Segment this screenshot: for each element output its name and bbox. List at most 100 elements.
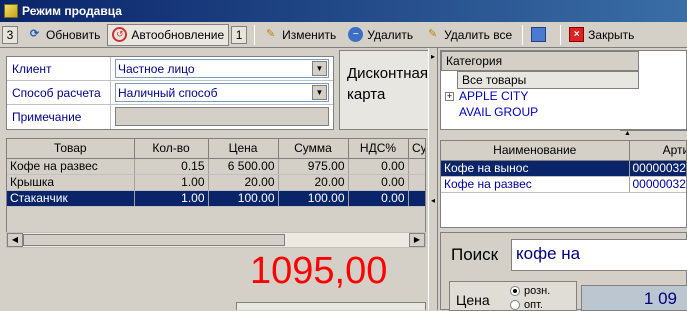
close-label: Закрыть	[588, 27, 635, 42]
chevron-down-icon[interactable]: ▼	[312, 85, 327, 100]
delete-button[interactable]: − Удалить	[343, 24, 418, 46]
cell-vat-sum	[408, 158, 425, 175]
discount-card-button[interactable]: Дисконтная карта	[339, 50, 433, 130]
cart-grid[interactable]: Товар Кол-во Цена Сумма НДС% Сумм Кофе н…	[6, 138, 426, 234]
order-form: Клиент Частное лицо ▼ Способ расчета Нал…	[6, 56, 334, 130]
payment-field: Наличный способ ▼	[111, 81, 333, 104]
chevron-down-icon[interactable]: ▼	[312, 61, 327, 76]
separator	[254, 24, 256, 45]
search-input[interactable]: кофе на	[511, 239, 687, 271]
auto-refresh-label: Автообновление	[131, 27, 225, 42]
delete-all-button[interactable]: ✎ Удалить все	[420, 24, 517, 46]
payment-select[interactable]: Наличный способ ▼	[115, 83, 329, 102]
price-type-box: Цена розн. опт.	[449, 281, 577, 311]
radio-icon[interactable]	[510, 286, 520, 296]
cell-article: 00000032	[629, 176, 686, 193]
cell-article: 00000032	[629, 160, 686, 177]
payment-label: Способ расчета	[7, 81, 111, 104]
auto-refresh-count: 1	[231, 25, 248, 44]
close-button[interactable]: × Закрыть	[564, 24, 639, 46]
table-row[interactable]: Кофе на развес 0.15 6 500.00 975.00 0.00	[7, 158, 425, 175]
price-label: Цена	[456, 292, 490, 308]
order-total: 1095,00	[250, 250, 388, 292]
col-article[interactable]: Артикул	[629, 141, 686, 161]
title-bar: Режим продавца	[0, 0, 687, 22]
edit-button[interactable]: ✎ Изменить	[258, 24, 341, 46]
category-tree[interactable]: Категория Все товары + APPLE CITY AVAIL …	[440, 50, 687, 130]
auto-refresh-icon: ↺	[112, 27, 128, 42]
col-qty[interactable]: Кол-во	[134, 139, 209, 159]
col-name[interactable]: Наименование	[441, 141, 630, 161]
book-button[interactable]	[526, 24, 555, 46]
client-label: Клиент	[7, 57, 111, 80]
expand-icon[interactable]: +	[445, 92, 454, 101]
cell-sum: 100.00	[278, 190, 349, 207]
table-row[interactable]: Кофе на развес 00000032	[441, 176, 686, 193]
window-title: Режим продавца	[22, 4, 122, 18]
refresh-label: Обновить	[46, 27, 101, 42]
book-icon	[531, 27, 547, 42]
category-item[interactable]: + APPLE CITY	[441, 89, 686, 105]
category-scroll-indicator[interactable]: ▲	[620, 130, 687, 138]
refresh-button[interactable]: ⟳ Обновить	[22, 24, 105, 46]
col-sum[interactable]: Сумма	[278, 139, 349, 159]
search-panel: Поиск кофе на Цена розн. опт. 1 09	[440, 232, 687, 311]
cell-vat: 0.00	[348, 158, 409, 175]
price-radio-retail[interactable]: розн.	[510, 285, 550, 297]
radio-wholesale-label: опт.	[524, 299, 543, 311]
split-arrow-icon[interactable]: ◂	[429, 196, 437, 205]
search-label: Поиск	[451, 245, 499, 264]
radio-icon[interactable]	[510, 300, 520, 310]
scroll-left-arrow-icon[interactable]: ◀	[7, 233, 23, 247]
col-product[interactable]: Товар	[7, 139, 135, 159]
category-all-items[interactable]: Все товары	[457, 71, 639, 89]
cell-qty: 0.15	[134, 158, 209, 175]
cell-vat: 0.00	[348, 174, 409, 191]
bottom-panel	[236, 302, 426, 310]
scroll-right-arrow-icon[interactable]: ▶	[409, 233, 425, 247]
auto-refresh-toggle[interactable]: ↺ Автообновление	[107, 23, 230, 46]
cell-name: Кофе на развес	[441, 176, 630, 193]
table-row-selected[interactable]: Кофе на вынос 00000032	[441, 160, 686, 177]
note-field	[111, 105, 333, 129]
payment-value: Наличный способ	[118, 85, 218, 100]
cart-header-row: Товар Кол-во Цена Сумма НДС% Сумм	[7, 139, 425, 159]
price-radio-wholesale[interactable]: опт.	[510, 299, 543, 311]
discount-line1: Дисконтная	[347, 65, 429, 82]
cell-product: Кофе на развес	[7, 158, 135, 175]
category-header: Категория	[441, 51, 639, 71]
col-price[interactable]: Цена	[208, 139, 279, 159]
counter-badge: 3	[2, 25, 18, 44]
table-row[interactable]: Крышка 1.00 20.00 20.00 0.00	[7, 174, 425, 191]
client-field: Частное лицо ▼	[111, 57, 333, 80]
cell-product: Стаканчик	[7, 190, 135, 207]
note-row: Примечание	[7, 105, 333, 129]
table-row-selected[interactable]: Стаканчик 1.00 100.00 100.00 0.00	[7, 190, 425, 207]
delete-label: Удалить	[367, 27, 414, 42]
col-vat[interactable]: НДС%	[348, 139, 409, 159]
split-arrow-icon[interactable]: ▸	[429, 52, 437, 61]
products-header-row: Наименование Артикул	[441, 141, 686, 161]
category-item[interactable]: AVAIL GROUP	[441, 105, 686, 121]
app-icon	[4, 4, 18, 18]
category-item-label: APPLE CITY	[459, 89, 529, 103]
panel-splitter[interactable]: ▸ ◂	[428, 48, 438, 310]
minus-icon: −	[348, 27, 364, 42]
col-vat-sum[interactable]: Сумм	[408, 139, 425, 159]
cart-horizontal-scrollbar[interactable]: ◀ ▶	[6, 232, 426, 248]
price-value: 1 09	[581, 285, 687, 311]
cell-price: 100.00	[208, 190, 279, 207]
cell-vat-sum	[408, 190, 425, 207]
client-select[interactable]: Частное лицо ▼	[115, 59, 329, 78]
pencil-icon: ✎	[266, 28, 276, 40]
cell-price: 6 500.00	[208, 158, 279, 175]
scroll-thumb[interactable]	[23, 234, 285, 246]
radio-retail-label: розн.	[524, 285, 551, 297]
category-item-label: AVAIL GROUP	[459, 105, 539, 119]
products-grid[interactable]: Наименование Артикул Кофе на вынос 00000…	[440, 140, 687, 228]
cell-vat-sum	[408, 174, 425, 191]
cell-price: 20.00	[208, 174, 279, 191]
cell-qty: 1.00	[134, 174, 209, 191]
cell-sum: 975.00	[278, 158, 349, 175]
note-input[interactable]	[115, 107, 329, 126]
